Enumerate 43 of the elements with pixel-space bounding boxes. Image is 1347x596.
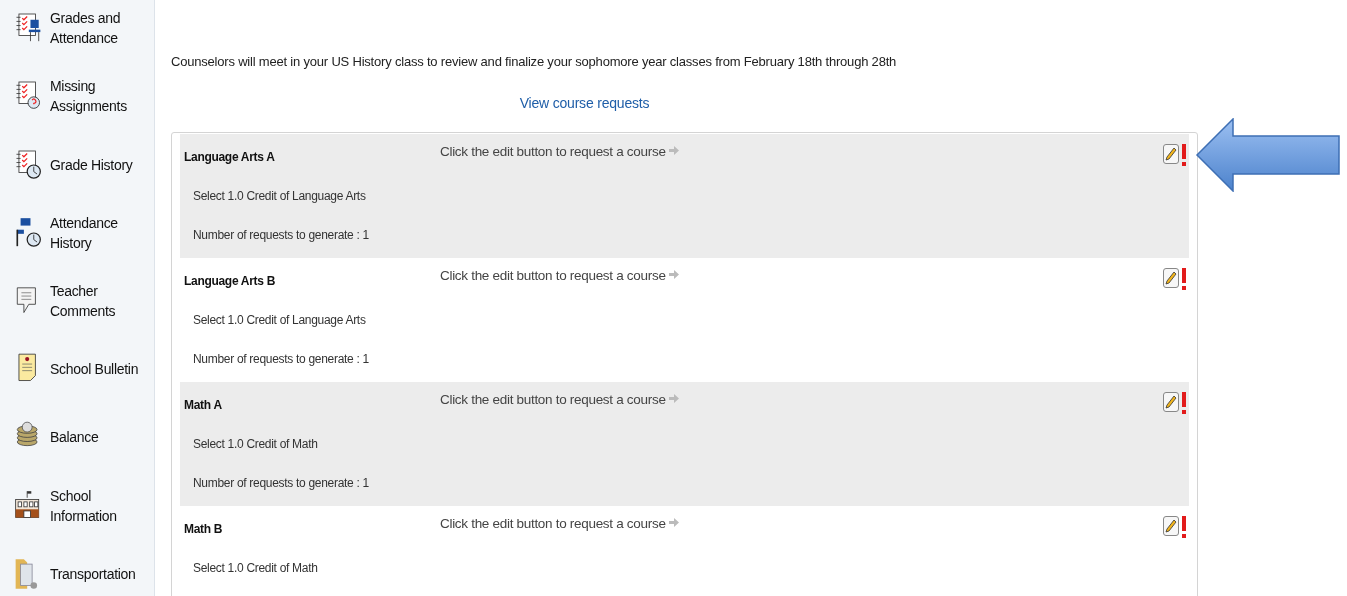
- arrow-right-icon: [668, 145, 679, 155]
- arrow-right-icon: [668, 393, 679, 403]
- exclamation-icon: [1181, 143, 1187, 166]
- sidebar-link[interactable]: Attendance History: [50, 212, 118, 253]
- sidebar-link[interactable]: Grades and Attendance: [50, 8, 121, 49]
- edit-button[interactable]: [1163, 391, 1179, 412]
- sidebar-link[interactable]: School Information: [50, 485, 117, 526]
- arrow-left-icon: [1195, 118, 1341, 192]
- course-detail: Number of requests to generate : 1: [193, 226, 370, 244]
- sidebar-link[interactable]: School Bulletin: [50, 359, 139, 380]
- arrow-right-icon: [668, 517, 679, 527]
- course-detail: Number of requests to generate : 1: [193, 474, 370, 492]
- edit-button[interactable]: [1163, 267, 1179, 288]
- edit-button[interactable]: [1163, 515, 1179, 536]
- course-detail: Select 1.0 Credit of Language Arts: [193, 311, 367, 329]
- instruction-text: Click the edit button to request a course: [440, 142, 666, 161]
- sidebar-link[interactable]: Grade History: [50, 154, 133, 175]
- course-detail: Select 1.0 Credit of Language Arts: [193, 187, 367, 205]
- pencil-icon: [1165, 394, 1177, 409]
- arrow-right-icon: [668, 269, 679, 279]
- pencil-icon: [1165, 146, 1177, 161]
- course-detail: Number of requests to generate : 1: [193, 350, 370, 368]
- course-name: Math B: [184, 520, 224, 538]
- course-name: Language Arts B: [184, 272, 277, 290]
- exclamation-icon: [1181, 515, 1187, 538]
- edit-button[interactable]: [1163, 143, 1179, 164]
- exclamation-icon: [1181, 267, 1187, 290]
- exclamation-icon: [1181, 391, 1187, 414]
- instruction-text: Click the edit button to request a course: [440, 266, 666, 285]
- sidebar-link[interactable]: Transportation: [50, 563, 136, 584]
- course-name: Math A: [184, 396, 223, 414]
- pencil-icon: [1165, 518, 1177, 533]
- instruction-text: Click the edit button to request a course: [440, 514, 666, 533]
- view-requests-link[interactable]: View course requests: [519, 92, 650, 114]
- pencil-icon: [1165, 270, 1177, 285]
- course-detail: Select 1.0 Credit of Math: [193, 435, 319, 453]
- course-name: Language Arts A: [184, 148, 276, 166]
- sidebar-link[interactable]: Missing Assignments: [50, 76, 127, 117]
- course-detail: Select 1.0 Credit of Math: [193, 559, 319, 577]
- sidebar-link[interactable]: Teacher Comments: [50, 281, 116, 321]
- sidebar-link[interactable]: Balance: [50, 427, 99, 448]
- notice-text: Counselors will meet in your US History class to review and finalize your sophomore year classes from February 18th through 28th: [171, 53, 898, 71]
- instruction-text: Click the edit button to request a course: [440, 390, 666, 409]
